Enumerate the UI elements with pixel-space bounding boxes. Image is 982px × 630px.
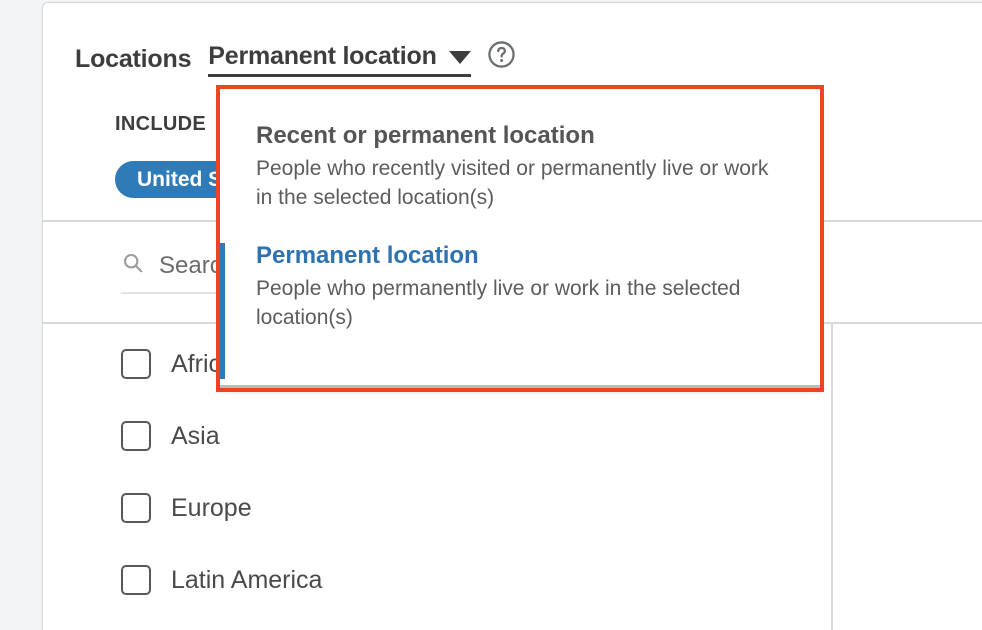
list-item[interactable]: Latin America [121, 562, 761, 598]
dropdown-option-title: Recent or permanent location [256, 122, 595, 149]
dropdown-option-permanent-location[interactable]: Permanent location People who permanentl… [220, 242, 820, 380]
location-type-dropdown-trigger[interactable]: Permanent location [208, 41, 471, 77]
list-item-label: Europe [171, 493, 252, 522]
list-item[interactable]: Asia [121, 418, 761, 454]
dropdown-option-title: Permanent location [256, 242, 479, 269]
checkbox-europe[interactable] [121, 493, 151, 523]
list-item[interactable]: Europe [121, 490, 761, 526]
page-title: Locations [75, 44, 192, 73]
dropdown-option-description: People who permanently live or work in t… [256, 277, 741, 330]
list-item-label: Asia [171, 421, 220, 450]
checkbox-latin-america[interactable] [121, 565, 151, 595]
column-divider [831, 323, 833, 630]
checkbox-africa[interactable] [121, 349, 151, 379]
help-circle-icon[interactable] [487, 40, 516, 74]
location-type-dropdown-menu: Recent or permanent location People who … [220, 89, 820, 388]
location-type-dropdown-value: Permanent location [208, 41, 437, 70]
search-icon [121, 251, 145, 280]
locations-header: Locations Permanent location [75, 39, 516, 79]
dropdown-option-description: People who recently visited or permanent… [256, 157, 769, 210]
list-item-label: Latin America [171, 565, 323, 594]
dropdown-option-recent-or-permanent-location[interactable]: Recent or permanent location People who … [220, 122, 820, 213]
include-section-label: INCLUDE [115, 113, 206, 135]
chevron-down-icon [448, 50, 471, 64]
checkbox-asia[interactable] [121, 421, 151, 451]
location-list: Africa Asia Europe Latin America [121, 346, 761, 630]
